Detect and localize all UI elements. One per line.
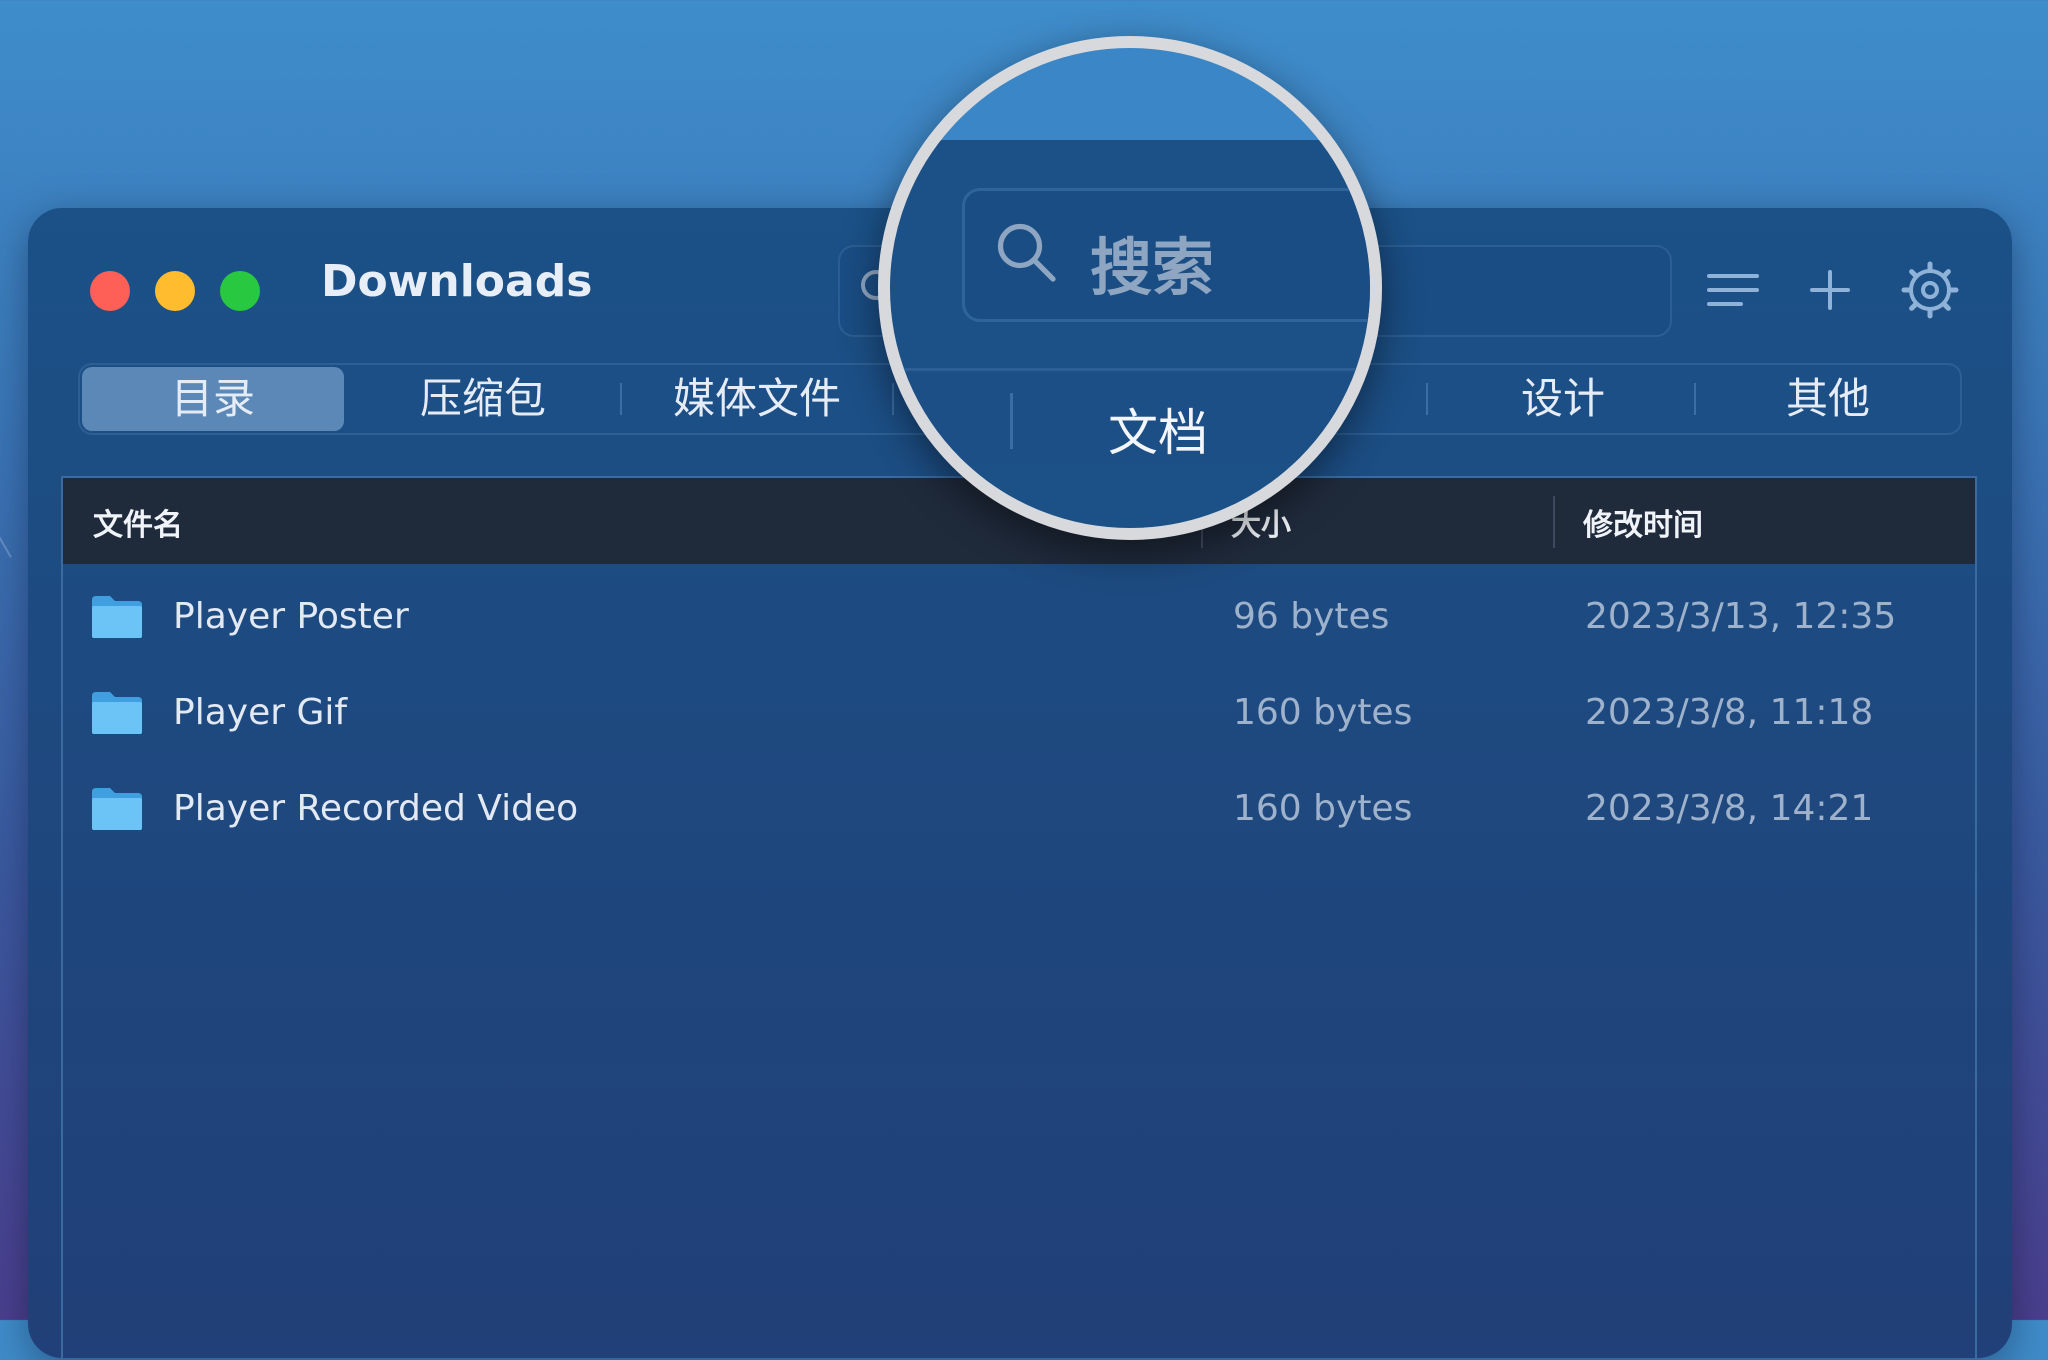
list-icon[interactable] [1701, 258, 1765, 322]
minimize-window-button[interactable] [155, 271, 195, 311]
file-size: 160 bytes [1233, 788, 1413, 829]
table-row[interactable]: Player Recorded Video 160 bytes 2023/3/8… [63, 762, 1975, 858]
tab-separator [1694, 383, 1696, 415]
folder-icon [92, 596, 142, 638]
file-list: 文件名 大小 修改时间 Player Poster 96 bytes 2023/… [61, 476, 1977, 1360]
file-modified: 2023/3/8, 14:21 [1585, 788, 1874, 829]
file-name: Player Recorded Video [173, 788, 579, 829]
gear-icon[interactable] [1898, 258, 1962, 322]
magnifier-callout: 搜索 文档 [878, 36, 1382, 540]
file-size: 160 bytes [1233, 692, 1413, 733]
close-window-button[interactable] [90, 271, 130, 311]
tab-separator [620, 383, 622, 415]
zoom-window-button[interactable] [220, 271, 260, 311]
folder-icon [92, 692, 142, 734]
folder-icon [92, 788, 142, 830]
plus-icon[interactable] [1798, 258, 1862, 322]
tab-media[interactable]: 媒体文件 [626, 367, 888, 431]
tab-separator [1426, 383, 1428, 415]
file-name: Player Poster [173, 596, 409, 637]
file-modified: 2023/3/13, 12:35 [1585, 596, 1897, 637]
table-row[interactable]: Player Gif 160 bytes 2023/3/8, 11:18 [63, 666, 1975, 762]
column-header-name[interactable]: 文件名 [93, 500, 183, 544]
search-icon [997, 223, 1056, 282]
tab-separator [1010, 393, 1013, 449]
magnified-search-field: 搜索 [962, 188, 1370, 322]
magnified-search-placeholder: 搜索 [1090, 231, 1215, 304]
file-name: Player Gif [173, 692, 348, 733]
tab-other[interactable]: 其他 [1700, 367, 1956, 431]
column-header-modified[interactable]: 修改时间 [1583, 500, 1703, 544]
file-size: 96 bytes [1233, 596, 1390, 637]
tab-directory[interactable]: 目录 [82, 367, 344, 431]
table-row[interactable]: Player Poster 96 bytes 2023/3/13, 12:35 [63, 570, 1975, 666]
window-title: Downloads [321, 256, 593, 307]
magnified-tabs: 文档 [890, 368, 1370, 463]
column-separator[interactable] [1553, 496, 1555, 548]
file-modified: 2023/3/8, 11:18 [1585, 692, 1874, 733]
tab-design[interactable]: 设计 [1432, 367, 1694, 431]
tab-archives[interactable]: 压缩包 [352, 367, 614, 431]
background-decoration [0, 522, 12, 558]
magnified-tab-documents: 文档 [1108, 404, 1208, 462]
